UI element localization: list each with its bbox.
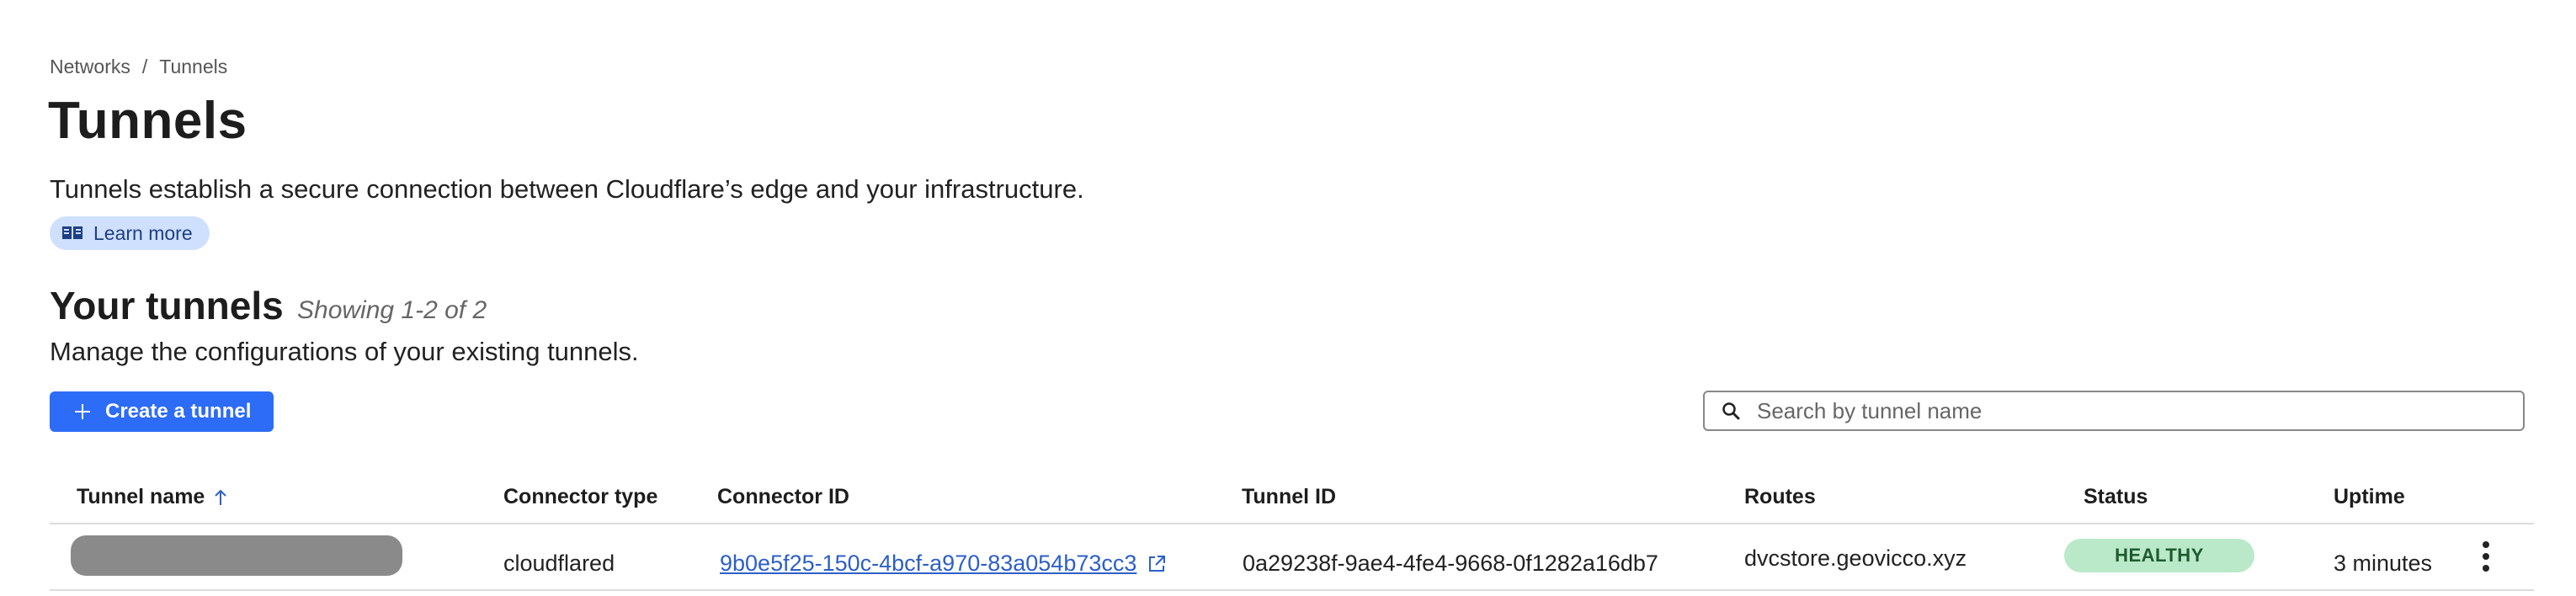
uptime-cell: 3 minutes [2334, 551, 2433, 576]
column-header-label: Tunnel name [77, 485, 205, 508]
column-header-tunnel-id[interactable]: Tunnel ID [1242, 485, 1336, 509]
results-count: Showing 1-2 of 2 [297, 296, 487, 324]
learn-more-label: Learn more [93, 221, 193, 244]
external-link-icon [1147, 554, 1167, 574]
column-header-tunnel-name[interactable]: Tunnel name [77, 485, 228, 509]
connector-id-link[interactable]: 9b0e5f25-150c-4bcf-a970-83a054b73cc3 [720, 551, 1167, 577]
column-header-routes[interactable]: Routes [1744, 485, 1816, 509]
breadcrumb-networks[interactable]: Networks [50, 56, 130, 78]
status-badge: HEALTHY [2064, 539, 2254, 572]
tunnel-name-redacted[interactable] [71, 535, 402, 576]
section-title: Your tunnels [50, 284, 284, 327]
breadcrumb-current: Tunnels [159, 56, 228, 77]
arrow-up-icon [213, 488, 228, 507]
column-header-connector-id[interactable]: Connector ID [717, 485, 849, 509]
search-icon [1722, 402, 1740, 420]
learn-more-link[interactable]: Learn more [50, 216, 210, 250]
page-title: Tunnels [48, 92, 247, 150]
connector-id-text: 9b0e5f25-150c-4bcf-a970-83a054b73cc3 [720, 551, 1137, 576]
table-row-divider [50, 589, 2534, 591]
search-box [1703, 391, 2525, 431]
page-description: Tunnels establish a secure connection be… [50, 174, 1084, 204]
search-input[interactable] [1755, 396, 2483, 425]
create-tunnel-button[interactable]: Create a tunnel [50, 391, 274, 432]
plus-icon [73, 402, 92, 421]
book-icon [61, 225, 83, 242]
row-actions-menu-icon[interactable] [2479, 541, 2493, 572]
routes-cell: dvcstore.geovicco.xyz [1744, 545, 1967, 571]
breadcrumb-separator: / [141, 56, 148, 77]
column-header-status[interactable]: Status [2084, 485, 2148, 509]
section-description: Manage the configurations of your existi… [50, 337, 639, 366]
table-header-divider [50, 523, 2534, 524]
column-header-uptime[interactable]: Uptime [2334, 485, 2405, 509]
tunnel-id-cell: 0a29238f-9ae4-4fe4-9668-0f1282a16db7 [1243, 551, 1658, 576]
connector-type-cell: cloudflared [503, 551, 615, 576]
create-tunnel-label: Create a tunnel [105, 400, 252, 423]
breadcrumb: Networks / Tunnels [50, 56, 227, 78]
column-header-connector-type[interactable]: Connector type [503, 485, 657, 509]
